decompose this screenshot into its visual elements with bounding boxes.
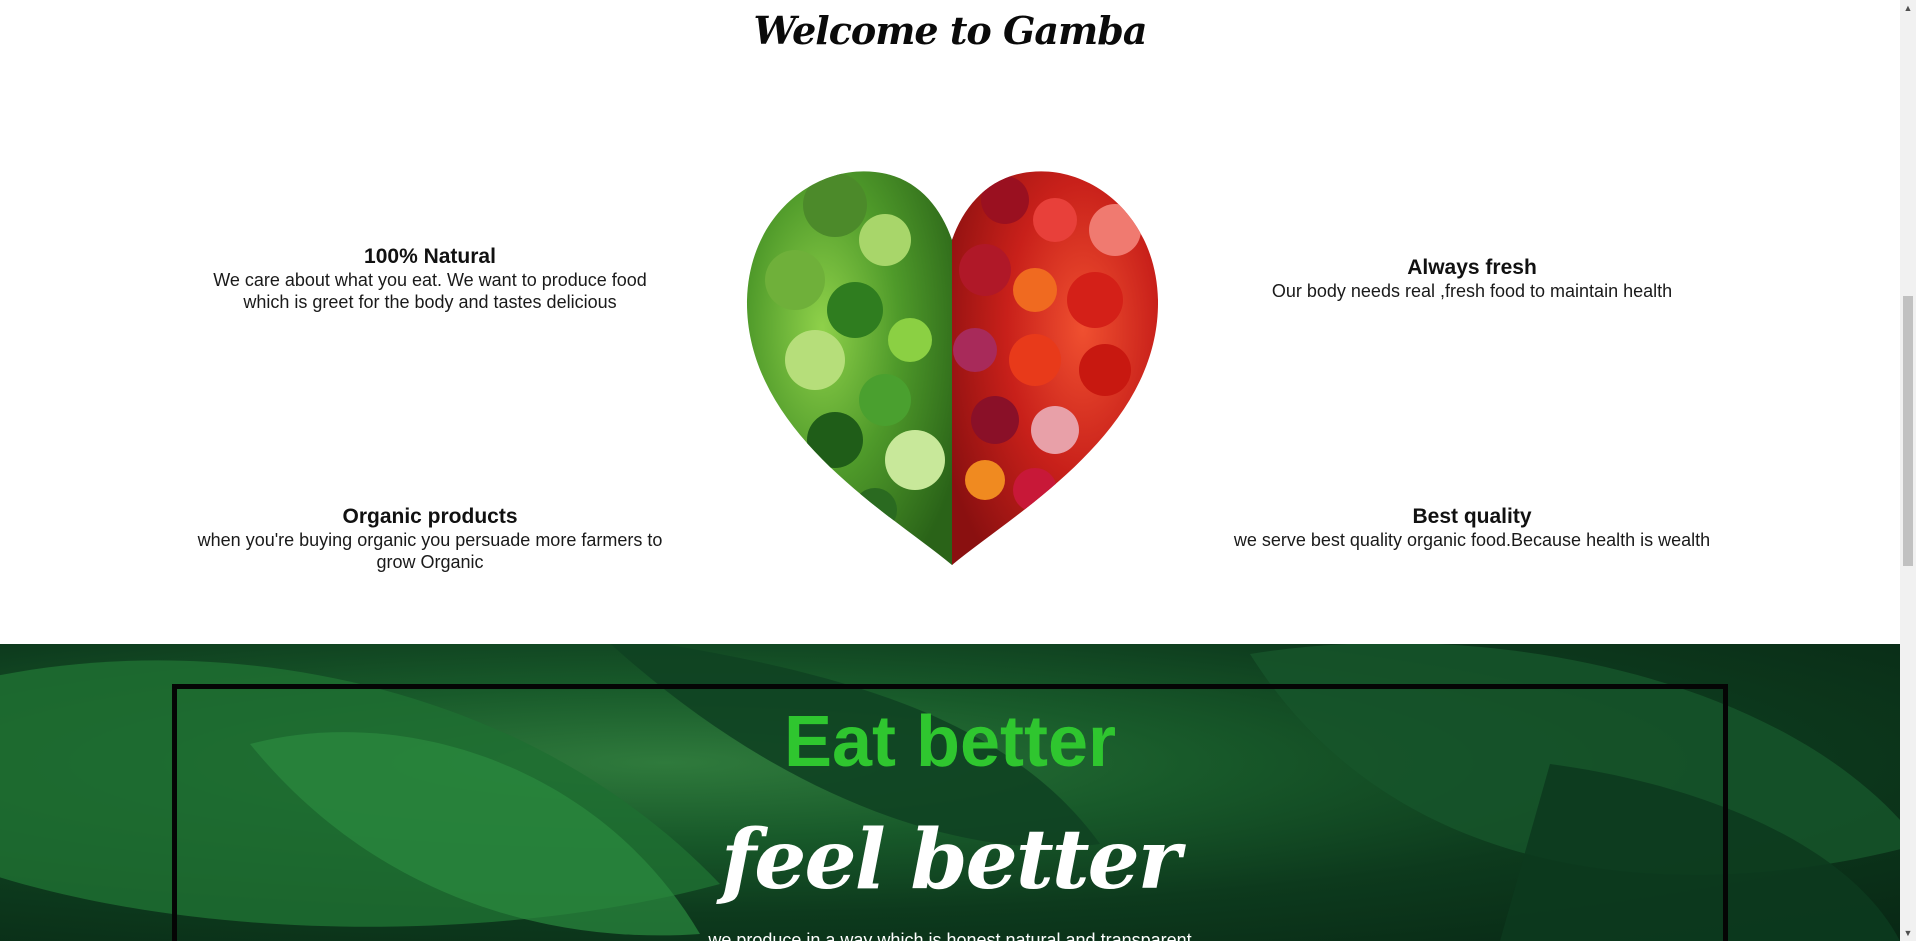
feature-description: we serve best quality organic food.Becau… bbox=[1233, 530, 1711, 550]
scroll-thumb[interactable] bbox=[1903, 296, 1913, 566]
feature-description: Our body needs real ,fresh food to maint… bbox=[1271, 281, 1673, 301]
feature-quality: Best quality we serve best quality organ… bbox=[1232, 505, 1712, 551]
feature-natural: 100% Natural We care about what you eat.… bbox=[190, 245, 670, 313]
feature-organic: Organic products when you're buying orga… bbox=[190, 505, 670, 573]
feature-title: Organic products bbox=[342, 505, 518, 528]
banner-tagline: we produce in a way which is honest,natu… bbox=[708, 930, 1192, 941]
welcome-heading: Welcome to Gamba bbox=[753, 8, 1148, 53]
feature-description: when you're buying organic you persuade … bbox=[197, 530, 663, 572]
feature-title: Best quality bbox=[1412, 505, 1532, 528]
feature-fresh: Always fresh Our body needs real ,fresh … bbox=[1232, 256, 1712, 302]
eat-better-banner: Eat better feel better we produce in a w… bbox=[0, 644, 1900, 941]
scroll-up-arrow-icon[interactable]: ▲ bbox=[1900, 0, 1916, 16]
scroll-down-arrow-icon[interactable]: ▼ bbox=[1900, 925, 1916, 941]
feature-description: We care about what you eat. We want to p… bbox=[213, 270, 647, 312]
feature-title: Always fresh bbox=[1407, 256, 1537, 279]
banner-headline: Eat better bbox=[783, 702, 1117, 782]
vertical-scrollbar[interactable]: ▲ ▼ bbox=[1900, 0, 1916, 941]
banner-subheadline: feel better bbox=[721, 812, 1181, 908]
feature-title: 100% Natural bbox=[364, 245, 496, 268]
vegetable-heart-image bbox=[735, 160, 1170, 580]
page: Welcome to Gamba 100% Natural We care ab… bbox=[0, 0, 1900, 941]
